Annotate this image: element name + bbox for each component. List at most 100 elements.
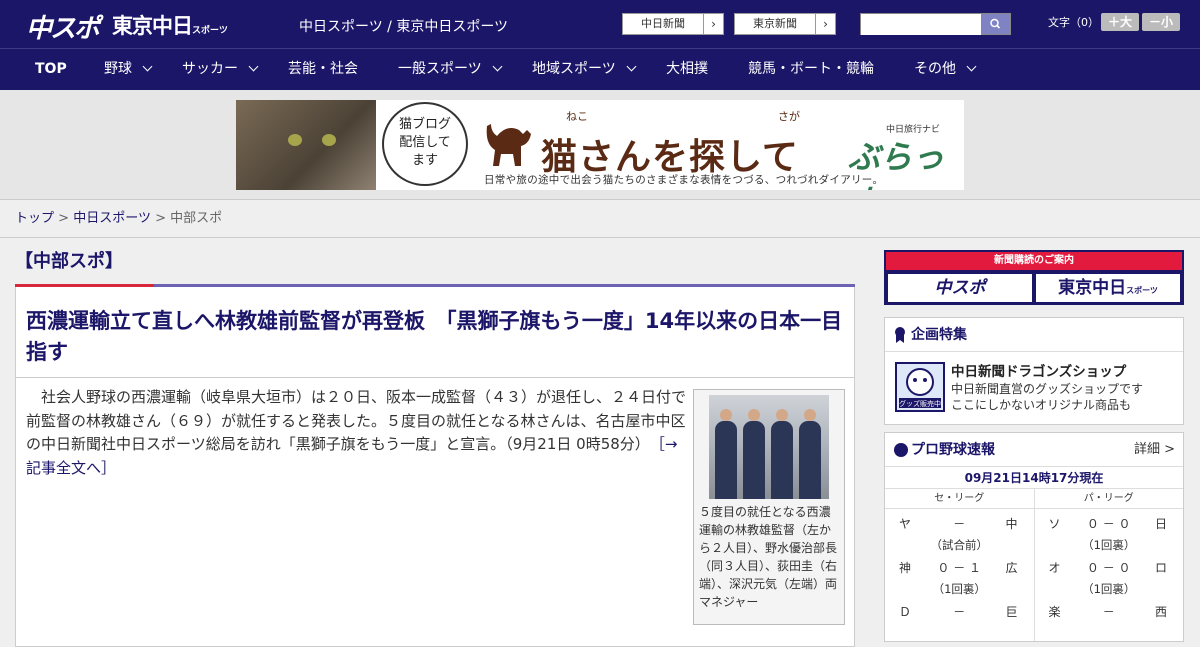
- feature-heading-label: 企画特集: [911, 327, 967, 343]
- away-team: ロ: [1154, 561, 1167, 575]
- subscribe-tokyo-chunichi-button[interactable]: 東京中日スポーツ: [1036, 274, 1180, 302]
- person-head: [804, 409, 816, 421]
- nav-item-top[interactable]: TOP: [35, 49, 67, 91]
- breadcrumb-separator: >: [155, 211, 166, 226]
- tokyo-chunichi-logo[interactable]: 東京中日スポーツ: [112, 10, 228, 40]
- nav-item-other[interactable]: その他: [914, 49, 977, 91]
- away-team: 広: [1005, 561, 1018, 575]
- chevron-down-icon: [248, 61, 259, 72]
- nav-label: 一般スポーツ: [398, 61, 482, 77]
- subscription-heading: 新聞購読のご案内: [886, 252, 1182, 270]
- scores-detail-link[interactable]: 詳細 >: [1134, 433, 1175, 467]
- cat-photo: [236, 100, 376, 190]
- chevron-down-icon: [142, 61, 153, 72]
- person-figure: [799, 421, 821, 499]
- game-row[interactable]: Ｄ －巨: [885, 597, 1034, 641]
- font-smaller-button[interactable]: －小: [1142, 13, 1180, 31]
- chevron-down-icon: [492, 61, 503, 72]
- game-row[interactable]: 神０ － １ 広（1回裏）: [885, 553, 1034, 597]
- dragons-shop-link[interactable]: 中日新聞ドラゴンズショップ: [951, 360, 1126, 380]
- breadcrumb-chunichi-sports[interactable]: 中日スポーツ: [73, 211, 151, 226]
- main-nav: TOP 野球 サッカー 芸能・社会 一般スポーツ 地域スポーツ 大相撲 競馬・ボ…: [0, 48, 1200, 90]
- nav-item-general-sports[interactable]: 一般スポーツ: [398, 49, 503, 91]
- shop-desc-line: ここにしかないオリジナル商品も: [951, 398, 1132, 412]
- cat-silhouette-icon: [486, 124, 531, 166]
- chevron-right-icon: ›: [703, 14, 723, 34]
- game-row[interactable]: オ０ － ０ ロ（1回裏）: [1035, 553, 1184, 597]
- person-head: [776, 409, 788, 421]
- tokyo-logo-small: スポーツ: [192, 26, 228, 36]
- chevron-down-icon: [626, 61, 637, 72]
- search-box: [860, 13, 1011, 35]
- game-status: （1回裏）: [932, 582, 986, 596]
- away-team: 西: [1154, 605, 1167, 619]
- game-status: （試合前）: [930, 538, 989, 552]
- nav-label: 地域スポーツ: [532, 61, 616, 77]
- subscribe-chuspo-button[interactable]: 中スポ: [888, 274, 1032, 302]
- bubble-line: ます: [411, 153, 438, 168]
- person-head: [748, 409, 760, 421]
- article-headline-link[interactable]: 西濃運輸立て直しへ林教雄前監督が再登板 「黒獅子旗もう一度」14年以来の日本一目…: [26, 309, 842, 364]
- person-figure: [743, 421, 765, 499]
- game-status: （1回裏）: [1082, 538, 1136, 552]
- nav-item-racing[interactable]: 競馬・ボート・競輪: [748, 49, 874, 91]
- tokyo-logo-text: 東京中日: [112, 14, 193, 38]
- nav-item-sumo[interactable]: 大相撲: [666, 49, 708, 91]
- baseball-icon: [894, 443, 908, 457]
- ruby-neko: ねこ: [566, 110, 588, 123]
- game-row[interactable]: 楽－西: [1035, 597, 1184, 641]
- feature-panel: 企画特集 グッズ販売中 中日新聞ドラゴンズショップ 中日新聞直営のグッズショップ…: [884, 317, 1184, 425]
- font-larger-button[interactable]: ＋大: [1101, 13, 1139, 31]
- nav-item-entertainment[interactable]: 芸能・社会: [288, 49, 358, 91]
- shop-desc-line: 中日新聞直営のグッズショップです: [951, 382, 1144, 396]
- scores-heading-label: プロ野球速報: [911, 442, 995, 458]
- subscribe-logo-small: スポーツ: [1126, 286, 1158, 295]
- game-row[interactable]: ソ０ － ０ 日（1回裏）: [1035, 509, 1184, 553]
- nav-item-soccer[interactable]: サッカー: [182, 49, 259, 91]
- away-team: 中: [1005, 517, 1018, 531]
- article-body-text: 社会人野球の西濃運輸（岐阜県大垣市）は２０日、阪本一成監督（４３）が退任し、２４…: [26, 388, 687, 453]
- baseball-scores-panel: プロ野球速報 詳細 > 09月21日14時17分現在 セ・リーグ パ・リーグ ヤ…: [884, 432, 1184, 642]
- search-input[interactable]: [861, 15, 981, 35]
- tokyo-shimbun-link[interactable]: 東京新聞 ›: [734, 13, 836, 35]
- breadcrumb-current: 中部スポ: [170, 211, 223, 226]
- cat-eye: [322, 134, 336, 146]
- feature-heading: 企画特集: [885, 318, 1183, 352]
- game-status: （1回裏）: [1082, 582, 1136, 596]
- breadcrumb-top[interactable]: トップ: [15, 211, 54, 226]
- person-figure: [715, 421, 737, 499]
- games-grid: ヤ－中（試合前） 神０ － １ 広（1回裏） Ｄ －巨 ソ０ － ０ 日（1回裏） オ…: [885, 509, 1183, 641]
- section-title: 【中部スポ】: [15, 251, 123, 272]
- article-body: 社会人野球の西濃運輸（岐阜県大垣市）は２０日、阪本一成監督（４３）が退任し、２４…: [26, 386, 686, 480]
- central-games: ヤ－中（試合前） 神０ － １ 広（1回裏） Ｄ －巨: [885, 509, 1035, 641]
- search-button[interactable]: [981, 14, 1010, 34]
- banner-subtitle: 日常や旅の途中で出会う猫たちのさまざまな表情をつづる、つれづれダイアリー。: [484, 174, 884, 186]
- article-photo[interactable]: [709, 395, 829, 499]
- cat-blog-banner[interactable]: 猫ブログ 配信して ます ねこ さが 猫さんを探して 中日旅行ナビ ぶらっ人 日…: [236, 100, 964, 190]
- nav-item-regional-sports[interactable]: 地域スポーツ: [532, 49, 637, 91]
- article-headline: 西濃運輸立て直しへ林教雄前監督が再登板 「黒獅子旗もう一度」14年以来の日本一目…: [16, 287, 854, 378]
- bubble-line: 配信して: [399, 135, 451, 150]
- league-header-row: セ・リーグ パ・リーグ: [885, 489, 1183, 509]
- person-figure: [771, 421, 793, 499]
- chunichi-shimbun-link[interactable]: 中日新聞 ›: [622, 13, 724, 35]
- nav-label: 芸能・社会: [288, 61, 358, 77]
- nav-item-baseball[interactable]: 野球: [104, 49, 153, 91]
- sidebar: 新聞購読のご案内 中スポ 東京中日スポーツ 企画特集 グッズ販売中 中日新聞ドラ…: [884, 250, 1184, 642]
- nav-label: 野球: [104, 61, 132, 77]
- subscription-logos: 中スポ 東京中日スポーツ: [888, 274, 1180, 302]
- nav-label: 大相撲: [666, 61, 708, 77]
- chuspo-logo[interactable]: 中スポ: [26, 8, 100, 45]
- game-row[interactable]: ヤ－中（試合前）: [885, 509, 1034, 553]
- nav-label: サッカー: [182, 61, 238, 77]
- nav-label: TOP: [35, 61, 67, 77]
- dragons-mascot-icon: グッズ販売中: [899, 368, 941, 408]
- site-title-link[interactable]: 中日スポーツ / 東京中日スポーツ: [299, 16, 508, 36]
- scores-heading: プロ野球速報 詳細 >: [885, 433, 1183, 467]
- chevron-down-icon: [966, 61, 977, 72]
- central-league-label: セ・リーグ: [885, 489, 1035, 508]
- person-head: [720, 409, 732, 421]
- dragons-shop-desc: 中日新聞直営のグッズショップです ここにしかないオリジナル商品も: [951, 381, 1143, 413]
- dragons-shop-badge[interactable]: グッズ販売中: [895, 362, 945, 412]
- speech-bubble: 猫ブログ 配信して ます: [382, 102, 468, 186]
